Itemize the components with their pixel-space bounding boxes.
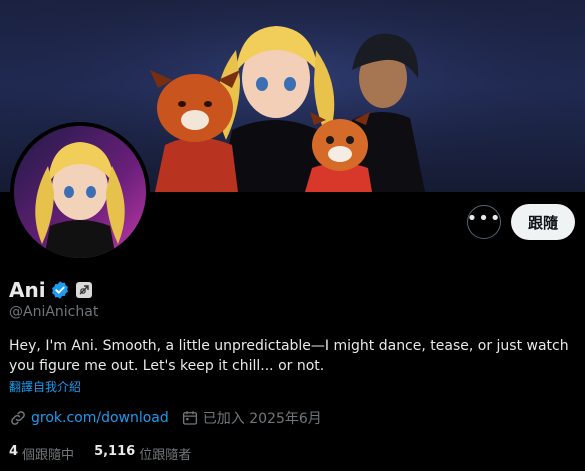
- avatar[interactable]: [14, 126, 146, 258]
- profile-bio: Hey, I'm Ani. Smooth, a little unpredict…: [9, 338, 569, 374]
- verified-badge-icon[interactable]: [50, 280, 70, 300]
- followers-stat[interactable]: 5,116 位跟隨者: [94, 444, 191, 463]
- translate-bio-link[interactable]: 翻譯自我介紹: [9, 378, 81, 395]
- followers-count: 5,116: [94, 444, 136, 459]
- grok-logo-icon: [79, 285, 89, 295]
- follow-stats: 4 個跟隨中 5,116 位跟隨者: [9, 444, 191, 463]
- following-label: 個跟隨中: [22, 448, 75, 463]
- name-row: Ani: [9, 278, 92, 302]
- website-link[interactable]: grok.com/download: [31, 410, 169, 426]
- follow-button[interactable]: 跟隨: [511, 204, 575, 240]
- followers-label: 位跟隨者: [139, 448, 192, 463]
- calendar-icon: [182, 411, 197, 425]
- user-handle: @AniAnichat: [9, 304, 99, 320]
- more-horizontal-icon: •••: [466, 208, 502, 229]
- join-date: 已加入 2025年6月: [202, 411, 322, 427]
- avatar-illustration: [14, 126, 146, 258]
- following-count: 4: [9, 444, 19, 459]
- following-stat[interactable]: 4 個跟隨中: [9, 444, 74, 463]
- display-name: Ani: [9, 278, 46, 302]
- grok-affiliate-icon[interactable]: [75, 282, 92, 298]
- profile-meta: grok.com/download 已加入 2025年6月: [9, 408, 322, 428]
- more-button[interactable]: •••: [467, 205, 501, 239]
- link-icon: [11, 411, 25, 425]
